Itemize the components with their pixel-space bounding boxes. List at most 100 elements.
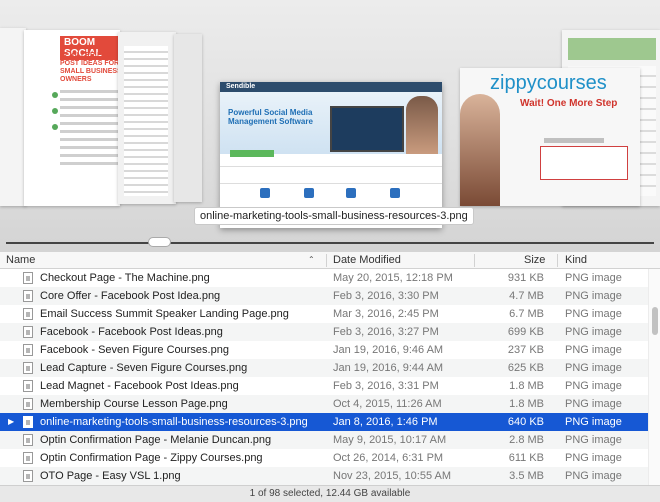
table-row[interactable]: Facebook - Facebook Post Ideas.png Feb 3,…	[0, 323, 648, 341]
file-size: 6.7 MB	[509, 308, 544, 320]
status-bar: 1 of 98 selected, 12.44 GB available	[0, 485, 660, 502]
file-kind: PNG image	[565, 326, 622, 338]
png-file-icon	[23, 380, 33, 392]
png-file-icon	[23, 470, 33, 482]
cover-thumbnail-boom-social[interactable]: BOOM SOCIAL 27 KILLER FACEBOOK POST IDEA…	[24, 30, 120, 206]
table-row[interactable]: OTO Page - Easy VSL 1.png Nov 23, 2015, 1…	[0, 467, 648, 485]
file-list[interactable]: Checkout Page - The Machine.png May 20, 2…	[0, 269, 648, 485]
file-name: Lead Capture - Seven Figure Courses.png	[40, 362, 248, 374]
table-row[interactable]: Optin Confirmation Page - Melanie Duncan…	[0, 431, 648, 449]
table-row[interactable]: Facebook - Seven Figure Courses.png Jan 1…	[0, 341, 648, 359]
file-name: Membership Course Lesson Page.png	[40, 398, 228, 410]
file-name: Checkout Page - The Machine.png	[40, 272, 210, 284]
vertical-scroll-thumb[interactable]	[652, 307, 658, 335]
check-icon	[52, 124, 58, 130]
file-name: online-marketing-tools-small-business-re…	[40, 416, 308, 428]
date-modified: May 20, 2015, 12:18 PM	[333, 272, 453, 284]
cover-press-logos	[220, 166, 442, 184]
file-kind: PNG image	[565, 398, 622, 410]
file-size: 3.5 MB	[509, 470, 544, 482]
cover-headline: Wait! One More Step	[520, 98, 618, 109]
cover-headline: Powerful Social Media Management Softwar…	[228, 108, 313, 126]
cover-flow-scroll-thumb[interactable]	[148, 237, 171, 247]
png-file-icon	[23, 452, 33, 464]
file-name: Core Offer - Facebook Post Idea.png	[40, 290, 221, 302]
feature-icon	[304, 188, 314, 198]
table-row[interactable]: Optin Confirmation Page - Zippy Courses.…	[0, 449, 648, 467]
file-kind: PNG image	[565, 434, 622, 446]
cover-text-lines	[60, 90, 120, 170]
file-kind: PNG image	[565, 308, 622, 320]
cover-button	[230, 150, 274, 157]
cover-device-image	[330, 106, 404, 152]
file-kind: PNG image	[565, 272, 622, 284]
disclosure-triangle-icon[interactable]: ▶	[8, 417, 16, 427]
column-header-name[interactable]: Name	[6, 252, 35, 269]
png-file-icon	[23, 416, 33, 428]
cover-form	[540, 146, 628, 180]
column-header-date-modified[interactable]: Date Modified	[333, 252, 401, 269]
feature-icon	[260, 188, 270, 198]
file-name: Facebook - Seven Figure Courses.png	[40, 344, 229, 356]
column-header-size[interactable]: Size	[524, 252, 545, 269]
date-modified: Jan 19, 2016, 9:46 AM	[333, 344, 444, 356]
file-kind: PNG image	[565, 344, 622, 356]
table-row[interactable]: Lead Magnet - Facebook Post Ideas.png Feb…	[0, 377, 648, 395]
cover-logo: zippycourses	[490, 72, 607, 94]
cover-thumbnail[interactable]	[118, 32, 176, 204]
cover-thumbnail[interactable]	[174, 34, 202, 202]
file-kind: PNG image	[565, 416, 622, 428]
cover-flow-view[interactable]: BOOM SOCIAL 27 KILLER FACEBOOK POST IDEA…	[0, 0, 660, 252]
cover-photo	[406, 96, 438, 154]
table-row[interactable]: Checkout Page - The Machine.png May 20, 2…	[0, 269, 648, 287]
file-size: 625 KB	[507, 362, 544, 374]
check-icon	[52, 108, 58, 114]
date-modified: Feb 3, 2016, 3:27 PM	[333, 326, 439, 338]
table-row[interactable]: Lead Capture - Seven Figure Courses.png J…	[0, 359, 648, 377]
date-modified: Oct 26, 2014, 6:31 PM	[333, 452, 444, 464]
cover-page-content	[124, 46, 168, 196]
file-size: 931 KB	[507, 272, 544, 284]
cover-headline: 27 KILLER FACEBOOK POST IDEAS FOR SMALL …	[60, 52, 120, 83]
vertical-scrollbar[interactable]	[648, 269, 660, 485]
table-row[interactable]: Membership Course Lesson Page.png Oct 4, …	[0, 395, 648, 413]
cover-thumbnail[interactable]	[0, 28, 26, 206]
table-row[interactable]: Email Success Summit Speaker Landing Pag…	[0, 305, 648, 323]
table-row[interactable]: Core Offer - Facebook Post Idea.png Feb 3…	[0, 287, 648, 305]
column-divider[interactable]	[557, 254, 558, 267]
column-header-kind[interactable]: Kind	[565, 252, 587, 269]
check-icon	[52, 92, 58, 98]
file-kind: PNG image	[565, 290, 622, 302]
sort-ascending-icon[interactable]: ⌃	[308, 256, 316, 264]
date-modified: Mar 3, 2016, 2:45 PM	[333, 308, 439, 320]
file-size: 1.8 MB	[509, 380, 544, 392]
png-file-icon	[23, 362, 33, 374]
cover-navbar: Sendible	[220, 82, 442, 92]
file-name: OTO Page - Easy VSL 1.png	[40, 470, 181, 482]
column-divider[interactable]	[474, 254, 475, 267]
file-name: Optin Confirmation Page - Melanie Duncan…	[40, 434, 272, 446]
date-modified: Nov 23, 2015, 10:55 AM	[333, 470, 452, 482]
png-file-icon	[23, 344, 33, 356]
png-file-icon	[23, 290, 33, 302]
png-file-icon	[23, 272, 33, 284]
date-modified: Jan 19, 2016, 9:44 AM	[333, 362, 444, 374]
cover-flow-scroll-track[interactable]	[6, 242, 654, 244]
date-modified: Oct 4, 2015, 11:26 AM	[333, 398, 442, 410]
cover-thumbnail-zippy-courses[interactable]: zippycourses Wait! One More Step	[460, 68, 640, 206]
file-name: Email Success Summit Speaker Landing Pag…	[40, 308, 289, 320]
file-name: Facebook - Facebook Post Ideas.png	[40, 326, 223, 338]
png-file-icon	[23, 326, 33, 338]
feature-icon	[346, 188, 356, 198]
cover-banner	[568, 38, 656, 60]
cover-hero: Powerful Social Media Management Softwar…	[220, 92, 442, 157]
cover-flow-filename: online-marketing-tools-small-business-re…	[194, 207, 474, 225]
file-size: 611 KB	[508, 452, 544, 464]
date-modified: May 9, 2015, 10:17 AM	[333, 434, 447, 446]
column-divider[interactable]	[326, 254, 327, 267]
file-kind: PNG image	[565, 470, 622, 482]
date-modified: Jan 8, 2016, 1:46 PM	[333, 416, 438, 428]
date-modified: Feb 3, 2016, 3:30 PM	[333, 290, 439, 302]
file-kind: PNG image	[565, 362, 622, 374]
table-row-selected[interactable]: ▶ online-marketing-tools-small-business-r…	[0, 413, 648, 431]
